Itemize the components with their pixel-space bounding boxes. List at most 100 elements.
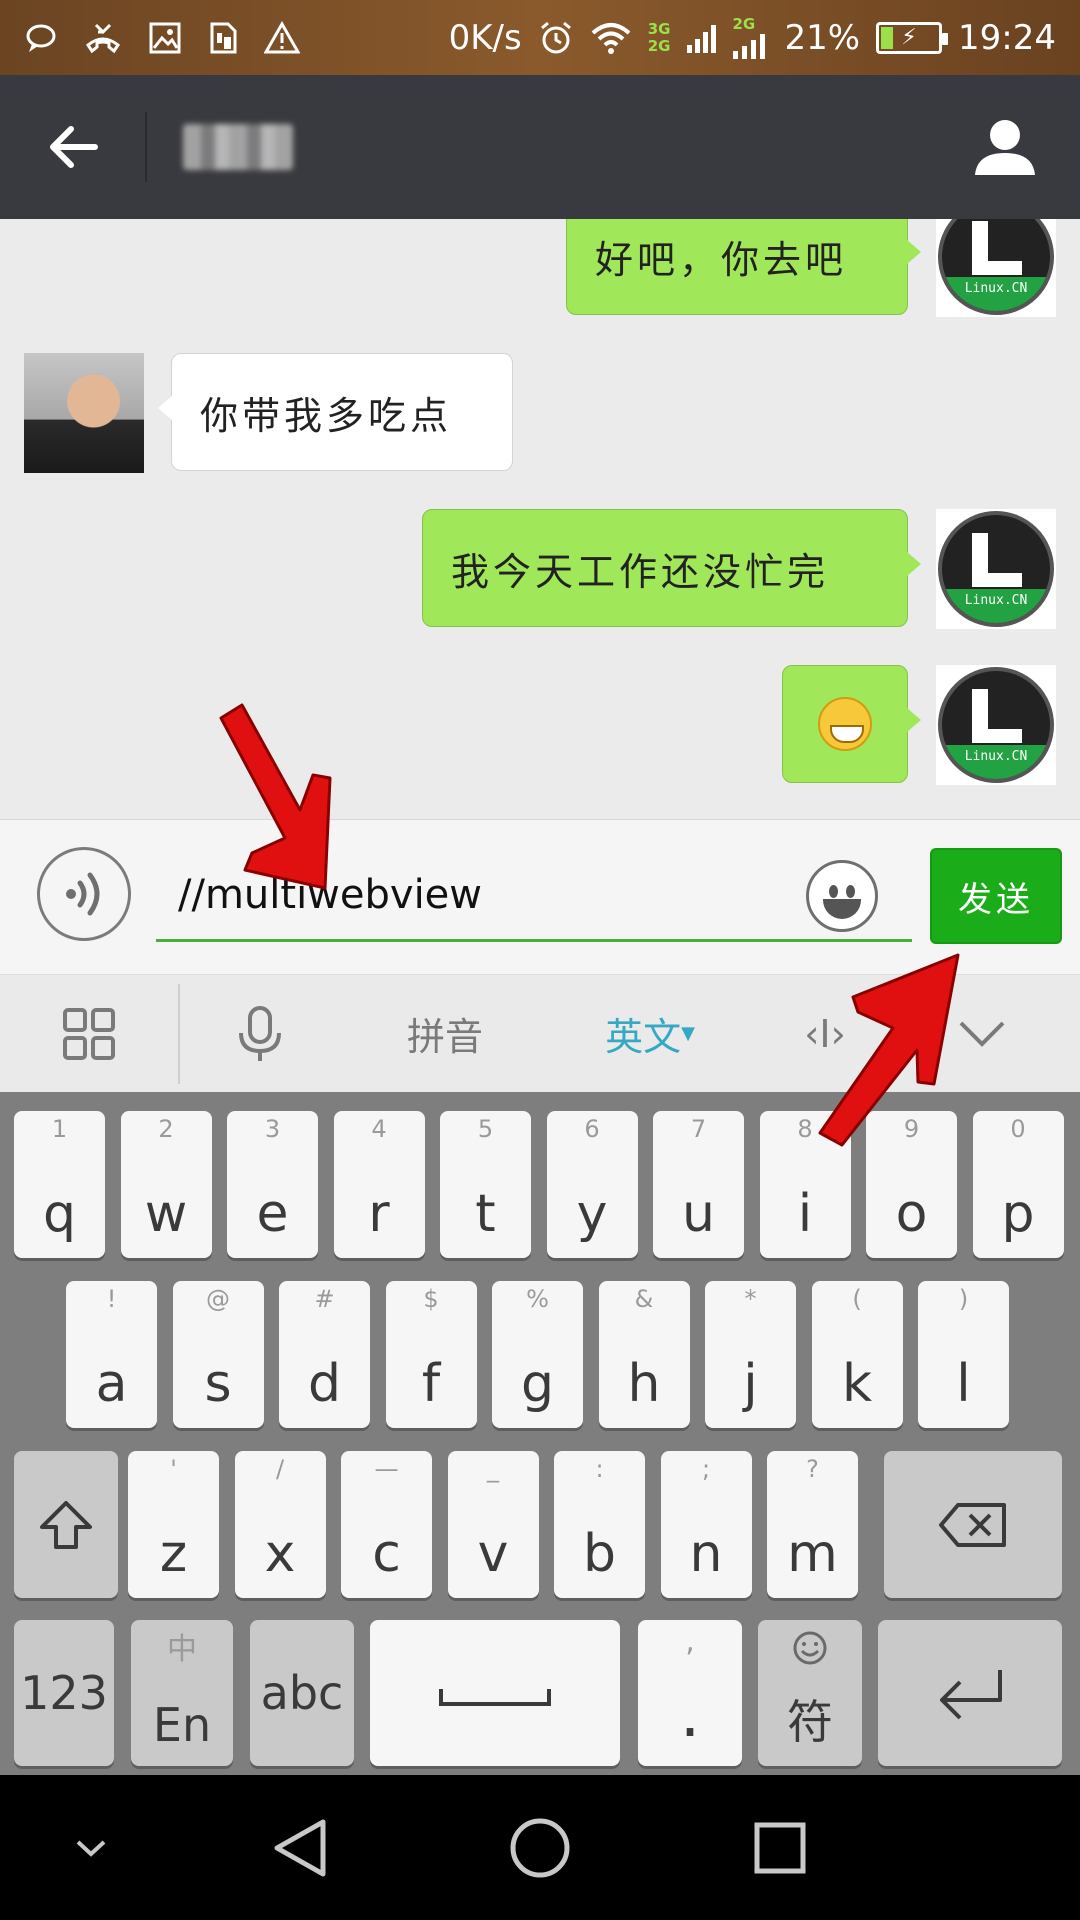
ime-english-button[interactable]: 英文 ▼ [550,975,750,1093]
chat-info-button[interactable] [930,75,1080,219]
battery-percent: 21% [784,17,861,58]
my-avatar[interactable]: Linux.CN [936,219,1056,317]
battery-level-fill [881,26,894,49]
key-u[interactable]: 7u [653,1111,744,1258]
ime-english-label: 英文 [605,1015,682,1059]
back-button[interactable] [0,75,145,219]
key-k[interactable]: (k [811,1281,903,1428]
backspace-key[interactable] [884,1451,1062,1598]
key-hint: 1 [51,1115,68,1143]
nav-back-button[interactable] [228,1775,373,1920]
key-o[interactable]: 9o [866,1111,957,1258]
voice-input-button[interactable] [37,847,131,941]
hide-keyboard-button[interactable] [18,1775,163,1920]
contact-name-blurred [183,124,293,170]
clock: 19:24 [958,17,1056,58]
key-d[interactable]: # d [279,1281,370,1428]
key-r[interactable]: 4r [333,1111,425,1258]
key-label: f [421,1354,441,1414]
key-hint: 4 [371,1115,387,1143]
key-hint: 6 [584,1115,600,1143]
key-x[interactable]: / x [234,1451,326,1598]
contact-avatar[interactable] [24,353,144,473]
linux-cn-logo: Linux.CN [938,667,1054,783]
key-label: n [689,1524,723,1584]
chevron-down-icon [76,1840,105,1857]
key-v[interactable]: _ v [447,1451,539,1598]
status-bar: 0K/s 3G 2G 2G 21% ⚡ 19:24 [0,0,1080,75]
my-avatar[interactable]: Linux.CN [936,509,1056,629]
key-p[interactable]: 0p [972,1111,1064,1258]
enter-key[interactable] [878,1620,1062,1766]
key-m[interactable]: ? m [767,1451,858,1598]
period-key[interactable]: , . [638,1620,742,1766]
shift-key[interactable] [14,1451,118,1598]
ime-pinyin-button[interactable]: 拼音 [340,975,550,1093]
key-hint: @ [206,1285,230,1313]
key-t[interactable]: 5t [440,1111,531,1258]
message-input[interactable] [156,850,912,942]
key-s[interactable]: @ s [172,1281,264,1428]
key-j[interactable]: * j [705,1281,796,1428]
emoji-picker-button[interactable] [806,860,878,932]
space-key[interactable] [370,1620,620,1766]
symbols-key[interactable]: 符 [758,1620,862,1766]
arrow-left-icon [49,126,98,168]
missed-call-icon [85,23,121,53]
key-hint: ; [701,1455,711,1483]
key-c[interactable]: — c [341,1451,432,1598]
language-switch-key[interactable]: 中 En [131,1620,233,1766]
key-label: t [475,1184,496,1244]
key-b[interactable]: :b [554,1451,645,1598]
ime-cursor-button[interactable]: ‹I› [750,975,900,1093]
key-hint: ! [106,1285,117,1313]
key-f[interactable]: $ f [385,1281,477,1428]
shift-arrow-icon [40,1501,92,1549]
key-a[interactable]: ! a [66,1281,157,1428]
key-label: m [787,1524,838,1584]
network-speed: 0K/s [448,17,522,58]
abc-key[interactable]: abc [250,1620,354,1766]
key-l[interactable]: ) l [918,1281,1009,1428]
message-bubble-incoming[interactable]: 你带我多吃点 [158,353,513,471]
key-g[interactable]: % g [492,1281,583,1428]
dropdown-caret-icon: ▼ [681,1023,695,1044]
nav-recents-button[interactable] [707,1775,852,1920]
key-n[interactable]: ; n [660,1451,752,1598]
chat-message-list[interactable]: 好吧，你去吧 Linux.CN 你带我多吃点 我今天工作还没忙完 Linux.C… [0,219,1080,819]
key-hint: 9 [903,1115,920,1143]
key-i[interactable]: 8i [759,1111,851,1258]
key-z[interactable]: ' z [128,1451,219,1598]
send-button[interactable]: 发送 [930,848,1062,944]
key-e[interactable]: 3e [227,1111,318,1258]
key-label: j [743,1354,758,1414]
key-y[interactable]: 6y [546,1111,638,1258]
numbers-key[interactable]: 123 [14,1620,114,1766]
square-recents-icon [754,1822,805,1873]
key-hint: % [526,1285,549,1313]
key-label: s [204,1354,232,1414]
my-avatar[interactable]: Linux.CN [936,665,1056,785]
message-input-bar: 发送 [0,819,1080,974]
ime-voice-button[interactable] [180,975,340,1093]
message-text: 好吧，你去吧 [595,237,848,282]
grinning-emoji-icon [818,697,872,751]
warning-icon [264,20,300,53]
ime-collapse-button[interactable] [902,975,1062,1093]
key-hint: : [595,1455,604,1483]
message-bubble-outgoing[interactable]: 我今天工作还没忙完 [422,509,921,627]
key-label: h [627,1354,661,1414]
key-hint: 3 [264,1115,281,1143]
key-label: l [956,1354,971,1414]
key-q[interactable]: 1q [14,1111,105,1258]
key-hint: 7 [690,1115,707,1143]
message-bubble-outgoing[interactable] [782,665,921,783]
message-bubble-outgoing[interactable]: 好吧，你去吧 [566,219,921,315]
ime-menu-button[interactable] [0,975,178,1093]
key-h[interactable]: & h [598,1281,690,1428]
microphone-icon [239,1005,281,1061]
key-w[interactable]: 2w [120,1111,212,1258]
key-label: y [576,1184,608,1244]
nav-home-button[interactable] [467,1775,612,1920]
charging-bolt-icon: ⚡ [901,25,917,50]
